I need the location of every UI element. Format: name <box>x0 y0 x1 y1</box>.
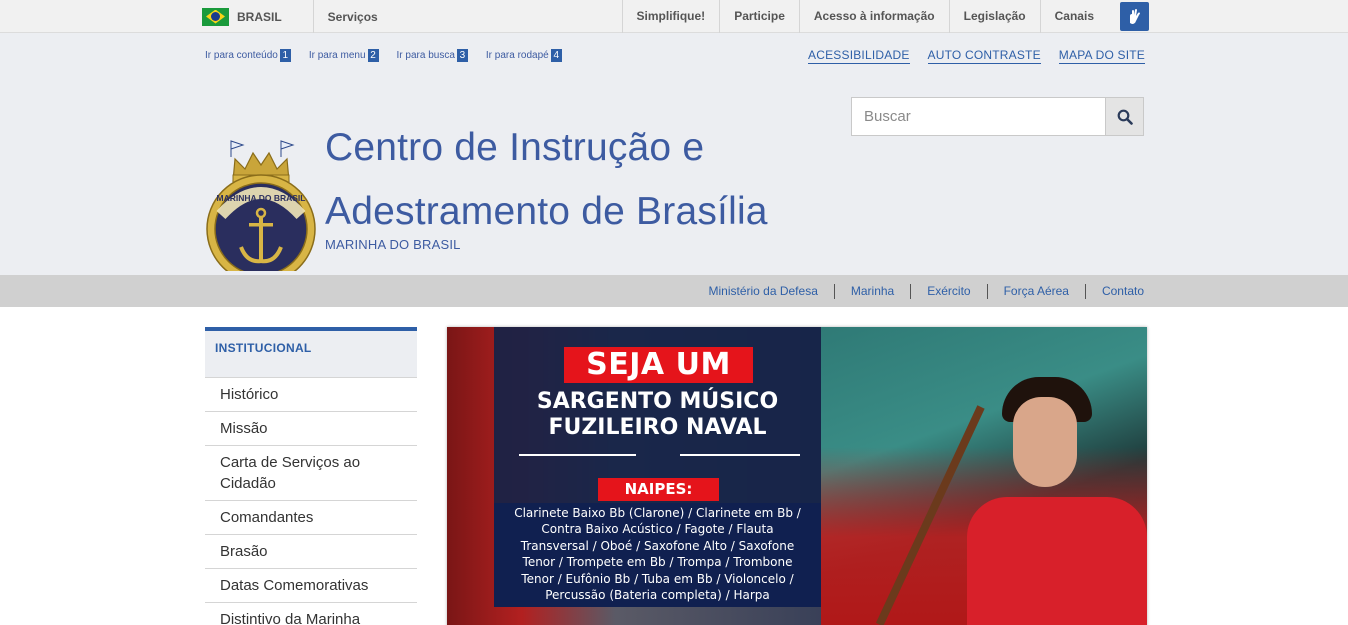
accessibility-links: ACESSIBILIDADE AUTO CONTRASTE MAPA DO SI… <box>808 48 1145 64</box>
sidebar-item-historico[interactable]: Histórico <box>205 378 417 412</box>
site-title[interactable]: Centro de Instrução e Adestramento de Br… <box>325 116 768 244</box>
skip-key: 1 <box>279 49 291 62</box>
site-header: Ir para conteúdo 1 Ir para menu 2 Ir para … <box>0 33 1348 284</box>
skip-key: 4 <box>550 49 562 62</box>
forca-aerea-link[interactable]: Força Aérea <box>986 283 1085 299</box>
sidebar-heading: INSTITUCIONAL <box>205 327 417 378</box>
exercito-link[interactable]: Exército <box>910 283 986 299</box>
skip-menu-link[interactable]: Ir para menu 2 <box>309 49 379 62</box>
banner-divider-right <box>680 454 800 456</box>
gov-links: Simplifique! Participe Acesso à informaç… <box>621 0 1108 33</box>
sidebar-item-datas-comemorativas[interactable]: Datas Comemorativas <box>205 569 417 603</box>
skip-key: 3 <box>456 49 468 62</box>
musician-face <box>1013 397 1077 487</box>
skip-links: Ir para conteúdo 1 Ir para menu 2 Ir para … <box>205 49 580 62</box>
banner-naipes: NAIPES: <box>598 478 719 501</box>
sidebar-item-carta-servicos[interactable]: Carta de Serviços ao Cidadão <box>205 446 417 501</box>
skip-conteudo-link[interactable]: Ir para conteúdo 1 <box>205 49 291 62</box>
vlibras-hands-icon[interactable] <box>1120 2 1149 31</box>
skip-busca-link[interactable]: Ir para busca 3 <box>397 49 468 62</box>
banner-seja-um: SEJA UM <box>564 347 753 383</box>
banner-divider-left <box>519 454 636 456</box>
mapa-do-site-link[interactable]: MAPA DO SITE <box>1058 48 1145 64</box>
emblem-text: MARINHA DO BRASIL <box>217 193 306 203</box>
service-nav: Ministério da Defesa Marinha Exército Fo… <box>0 275 1348 307</box>
skip-rodape-link[interactable]: Ir para rodapé 4 <box>486 49 562 62</box>
banner-headline-line2: FUZILEIRO NAVAL <box>548 415 767 440</box>
legislacao-link[interactable]: Legislação <box>948 0 1040 33</box>
site-title-line2: Adestramento de Brasília <box>325 190 768 233</box>
sidebar-menu: INSTITUCIONAL Histórico Missão Carta de … <box>205 327 417 625</box>
search-box <box>851 97 1144 136</box>
site-title-line1: Centro de Instrução e <box>325 126 705 169</box>
ministerio-defesa-link[interactable]: Ministério da Defesa <box>692 284 833 299</box>
skip-label: Ir para conteúdo <box>205 50 278 61</box>
sidebar-item-brasao[interactable]: Brasão <box>205 535 417 569</box>
search-button[interactable] <box>1105 98 1143 135</box>
contato-link[interactable]: Contato <box>1084 283 1144 299</box>
auto-contraste-link[interactable]: AUTO CONTRASTE <box>927 48 1041 64</box>
banner-headline: SARGENTO MÚSICO FUZILEIRO NAVAL <box>494 389 821 441</box>
brazil-flag-icon <box>202 7 229 26</box>
marinha-link[interactable]: Marinha <box>833 283 910 299</box>
skip-label: Ir para busca <box>396 50 455 61</box>
sidebar-item-missao[interactable]: Missão <box>205 412 417 446</box>
skip-label: Ir para rodapé <box>485 50 549 61</box>
canais-link[interactable]: Canais <box>1039 0 1108 33</box>
site-subtitle: MARINHA DO BRASIL <box>325 237 461 252</box>
sidebar-item-distintivo[interactable]: Distintivo da Marinha <box>205 603 417 625</box>
recruitment-banner[interactable]: SEJA UM SARGENTO MÚSICO FUZILEIRO NAVAL … <box>447 327 1147 625</box>
simplifique-link[interactable]: Simplifique! <box>621 0 720 33</box>
participe-link[interactable]: Participe <box>719 0 799 33</box>
acesso-informacao-link[interactable]: Acesso à informação <box>798 0 949 33</box>
brasil-link[interactable]: BRASIL <box>202 0 314 33</box>
marinha-emblem-logo: MARINHA DO BRASIL <box>205 119 317 284</box>
brasil-label: BRASIL <box>237 9 282 24</box>
acessibilidade-link[interactable]: ACESSIBILIDADE <box>808 48 910 64</box>
banner-headline-line1: SARGENTO MÚSICO <box>536 389 779 414</box>
search-input[interactable] <box>852 98 1105 135</box>
banner-instruments: Clarinete Baixo Bb (Clarone) / Clarinete… <box>494 503 821 607</box>
search-icon <box>1117 109 1133 125</box>
main-content: INSTITUCIONAL Histórico Missão Carta de … <box>0 307 1348 625</box>
sidebar-item-comandantes[interactable]: Comandantes <box>205 501 417 535</box>
skip-key: 2 <box>367 49 379 62</box>
musician-jacket <box>967 497 1147 625</box>
servicos-link[interactable]: Serviços <box>314 10 378 24</box>
gov-bar: BRASIL Serviços Simplifique! Participe A… <box>0 0 1348 33</box>
skip-label: Ir para menu <box>308 50 366 61</box>
